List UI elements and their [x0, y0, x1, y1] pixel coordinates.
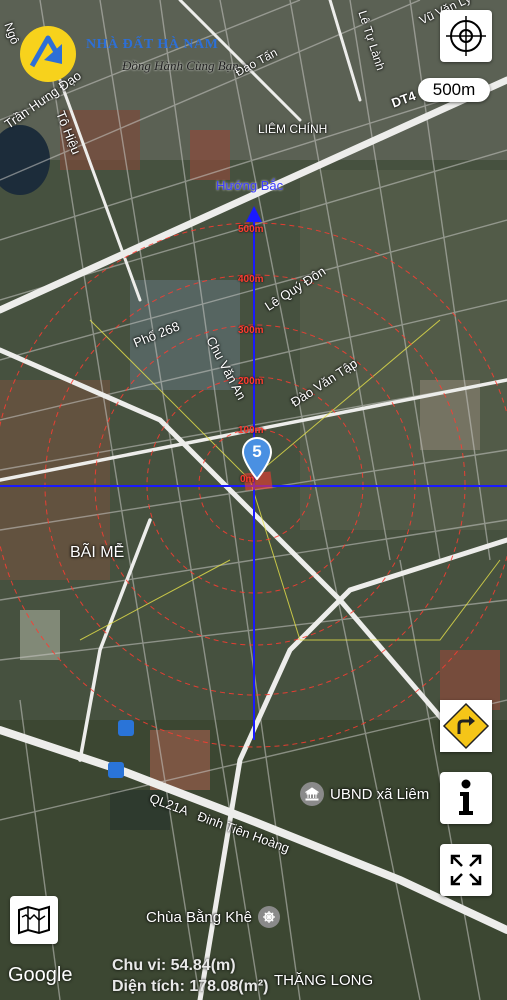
google-attribution: Google — [8, 964, 73, 986]
area-label-thang-long: THĂNG LONG — [274, 972, 374, 989]
folded-map-icon — [18, 905, 50, 935]
info-icon — [459, 779, 473, 815]
scale-indicator: 500m — [418, 78, 490, 102]
perimeter-readout: Chu vi: 54.84(m) — [112, 957, 236, 974]
poi-ubnd-label: UBND xã Liêm — [330, 785, 430, 803]
fullscreen-icon — [450, 854, 482, 886]
brand-name: NHÀ ĐẤT HÀ NAM — [86, 37, 219, 52]
locate-button[interactable] — [440, 10, 492, 62]
government-building-icon — [300, 782, 324, 806]
north-label: Hướng Bắc — [216, 178, 284, 193]
crosshair-icon — [446, 16, 486, 56]
ring-label-500: 500m — [238, 224, 264, 235]
pin-number: 5 — [252, 442, 262, 461]
ring-label-100: 100m — [238, 425, 264, 436]
logo-mark-icon — [20, 26, 76, 82]
location-pin[interactable]: 5 — [240, 436, 274, 481]
poi-chua-bang-khe[interactable]: Chùa Bằng Khê — [146, 906, 280, 928]
directions-button[interactable] — [440, 700, 492, 752]
area-label-bai-me: BÃI MỄ — [70, 544, 125, 561]
bus-stop-icon[interactable] — [118, 720, 134, 736]
map-layers-button[interactable] — [10, 896, 58, 944]
temple-wheel-icon — [257, 906, 280, 928]
bus-stop-icon[interactable] — [108, 762, 124, 778]
poi-ubnd[interactable]: UBND xã Liêm — [300, 782, 429, 806]
ring-label-300: 300m — [238, 325, 264, 336]
info-button[interactable] — [440, 772, 492, 824]
area-label-liem-chinh: LIÊM CHÍNH — [258, 122, 328, 136]
fullscreen-button[interactable] — [440, 844, 492, 896]
turn-right-icon — [442, 702, 490, 750]
brand-tagline: Đồng Hành Cùng Bạn — [122, 58, 239, 73]
ring-label-400: 400m — [238, 274, 264, 285]
brand-logo — [18, 24, 78, 89]
poi-chua-bang-khe-label: Chùa Bằng Khê — [146, 908, 252, 926]
area-readout: Diện tích: 178.08(m²) — [112, 978, 269, 995]
